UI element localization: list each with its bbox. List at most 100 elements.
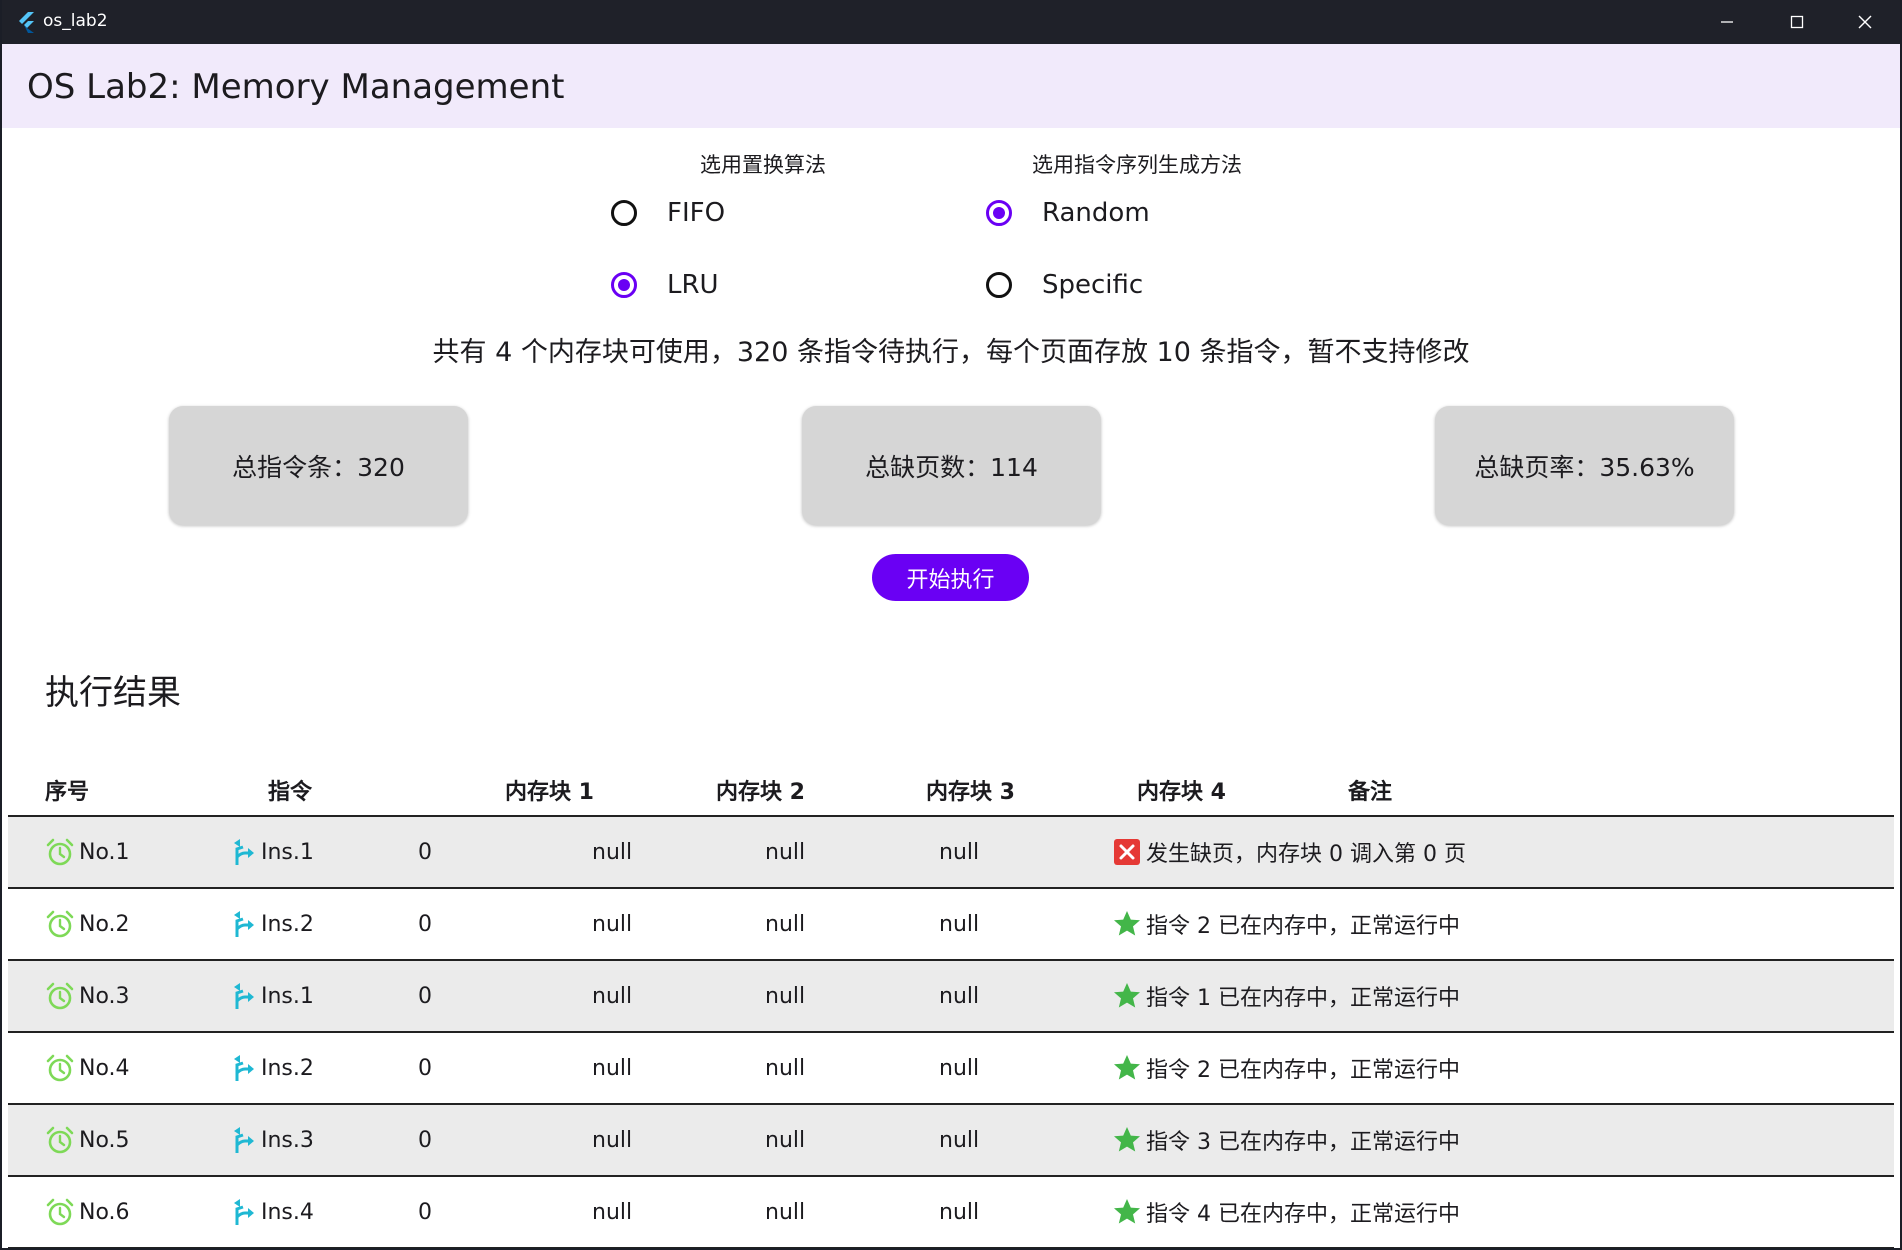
memory-block-4-cell: null [939, 1199, 980, 1225]
table-row: No.1 Ins.1 0 null null null 发生缺页，内存块 0 调入第 0 页 [8, 817, 1894, 889]
results-section-title: 执行结果 [45, 673, 181, 713]
instruction-label: Ins.3 [261, 1127, 314, 1153]
instruction-label: Ins.1 [261, 839, 314, 865]
memory-block-2-cell: null [592, 1199, 633, 1225]
radio-fifo[interactable] [611, 200, 637, 226]
memory-block-2-cell: null [592, 983, 633, 1009]
row-number: No.2 [79, 911, 130, 937]
instruction-cell: Ins.3 [227, 1105, 314, 1175]
maximize-button[interactable] [1762, 0, 1832, 44]
note-cell: 指令 3 已在内存中，正常运行中 [1112, 1105, 1460, 1175]
instruction-cell: Ins.4 [227, 1177, 314, 1247]
table-row: No.6 Ins.4 0 null null null 指令 4 已在内存中，正常运行中 [8, 1177, 1894, 1248]
note-text: 指令 1 已在内存中，正常运行中 [1146, 986, 1460, 1011]
turn-right-arrow-icon [227, 1125, 257, 1155]
total-page-faults-card: 总缺页数：114 [802, 406, 1101, 525]
row-number: No.5 [79, 1127, 130, 1153]
row-number: No.6 [79, 1199, 130, 1225]
instruction-cell: Ins.1 [227, 817, 314, 887]
memory-block-4-cell: null [939, 1055, 980, 1081]
star-icon [1112, 981, 1142, 1011]
memory-block-3-cell: null [765, 1199, 806, 1225]
note-text: 指令 4 已在内存中，正常运行中 [1146, 1202, 1460, 1227]
memory-block-4-cell: null [939, 839, 980, 865]
column-header-instruction: 指令 [268, 780, 313, 805]
table-row: No.4 Ins.2 0 null null null 指令 2 已在内存中，正常运行中 [8, 1033, 1894, 1105]
memory-block-3-cell: null [765, 911, 806, 937]
radio-lru[interactable] [611, 272, 637, 298]
radio-fifo-label[interactable]: FIFO [667, 198, 725, 228]
memory-block-2-cell: null [592, 1127, 633, 1153]
star-icon [1112, 1197, 1142, 1227]
note-cell: 指令 2 已在内存中，正常运行中 [1112, 889, 1460, 959]
note-text: 指令 2 已在内存中，正常运行中 [1146, 914, 1460, 939]
table-row: No.5 Ins.3 0 null null null 指令 3 已在内存中，正常运行中 [8, 1105, 1894, 1177]
row-number-cell: No.3 [45, 961, 130, 1031]
memory-block-1-cell: 0 [418, 1055, 432, 1081]
app-window: os_lab2 OS Lab2: Memory Management 选用置换算… [2, 0, 1900, 1248]
row-number-cell: No.4 [45, 1033, 130, 1103]
results-table-body: No.1 Ins.1 0 null null null 发生缺页，内存块 0 调入第 0 页… [8, 817, 1894, 1248]
instruction-label: Ins.4 [261, 1199, 314, 1225]
memory-block-2-cell: null [592, 839, 633, 865]
sequence-group-title: 选用指令序列生成方法 [1032, 153, 1242, 177]
total-instructions-card: 总指令条：320 [169, 406, 468, 525]
memory-block-1-cell: 0 [418, 983, 432, 1009]
memory-block-3-cell: null [765, 1127, 806, 1153]
alarm-clock-icon [45, 909, 75, 939]
alarm-clock-icon [45, 981, 75, 1011]
radio-specific[interactable] [986, 272, 1012, 298]
memory-block-2-cell: null [592, 1055, 633, 1081]
note-cell: 指令 1 已在内存中，正常运行中 [1112, 961, 1460, 1031]
radio-random-label[interactable]: Random [1042, 198, 1150, 228]
star-icon [1112, 1125, 1142, 1155]
close-icon [1858, 15, 1872, 29]
note-text: 发生缺页，内存块 0 调入第 0 页 [1146, 842, 1466, 867]
note-text: 指令 3 已在内存中，正常运行中 [1146, 1130, 1460, 1155]
note-cell: 指令 4 已在内存中，正常运行中 [1112, 1177, 1460, 1247]
instruction-cell: Ins.1 [227, 961, 314, 1031]
close-box-icon [1112, 837, 1142, 867]
close-button[interactable] [1830, 0, 1900, 44]
title-bar: os_lab2 [2, 0, 1900, 44]
start-execution-button[interactable]: 开始执行 [872, 554, 1029, 601]
memory-block-2-cell: null [592, 911, 633, 937]
column-header-number: 序号 [45, 780, 90, 805]
config-info-text: 共有 4 个内存块可使用，320 条指令待执行，每个页面存放 10 条指令，暂不… [432, 337, 1470, 368]
algorithm-group-title: 选用置换算法 [700, 153, 826, 177]
note-cell: 发生缺页，内存块 0 调入第 0 页 [1112, 817, 1466, 887]
instruction-label: Ins.1 [261, 983, 314, 1009]
maximize-icon [1790, 15, 1804, 29]
row-number: No.1 [79, 839, 130, 865]
turn-right-arrow-icon [227, 1053, 257, 1083]
turn-right-arrow-icon [227, 909, 257, 939]
instruction-label: Ins.2 [261, 911, 314, 937]
instruction-cell: Ins.2 [227, 1033, 314, 1103]
table-row: No.2 Ins.2 0 null null null 指令 2 已在内存中，正常运行中 [8, 889, 1894, 961]
row-number-cell: No.2 [45, 889, 130, 959]
column-header-block-2: 内存块 2 [716, 780, 805, 805]
column-header-block-4: 内存块 4 [1137, 780, 1226, 805]
app-bar: OS Lab2: Memory Management [2, 44, 1900, 128]
turn-right-arrow-icon [227, 981, 257, 1011]
star-icon [1112, 909, 1142, 939]
radio-specific-label[interactable]: Specific [1042, 270, 1143, 300]
instruction-cell: Ins.2 [227, 889, 314, 959]
flutter-logo-icon [15, 11, 37, 33]
note-cell: 指令 2 已在内存中，正常运行中 [1112, 1033, 1460, 1103]
memory-block-4-cell: null [939, 911, 980, 937]
memory-block-1-cell: 0 [418, 1199, 432, 1225]
turn-right-arrow-icon [227, 1197, 257, 1227]
radio-random[interactable] [986, 200, 1012, 226]
minimize-icon [1721, 21, 1733, 23]
note-text: 指令 2 已在内存中，正常运行中 [1146, 1058, 1460, 1083]
alarm-clock-icon [45, 1197, 75, 1227]
radio-lru-label[interactable]: LRU [667, 270, 719, 300]
column-header-block-3: 内存块 3 [926, 780, 1015, 805]
minimize-button[interactable] [1692, 0, 1762, 44]
memory-block-4-cell: null [939, 983, 980, 1009]
row-number: No.3 [79, 983, 130, 1009]
memory-block-3-cell: null [765, 983, 806, 1009]
turn-right-arrow-icon [227, 837, 257, 867]
column-header-note: 备注 [1348, 780, 1393, 805]
